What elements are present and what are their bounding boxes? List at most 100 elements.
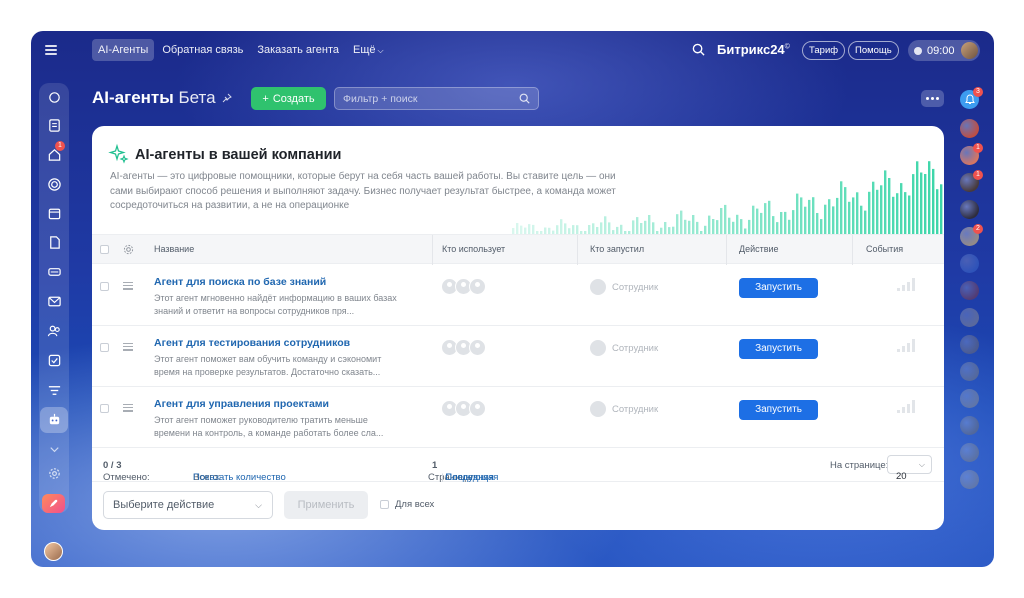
avatar[interactable] [961,42,978,59]
apply-button[interactable]: Применить [284,491,368,519]
sidebar-item-collab-icon[interactable] [46,89,62,105]
help-button[interactable]: Помощь [848,41,899,60]
agents-card: AI-агенты в вашей компании AI-агенты — э… [92,126,944,530]
table-row[interactable]: Агент для поиска по базе знаний Этот аге… [92,265,944,326]
chevron-down-icon: ⌵ [377,46,384,55]
run-button[interactable]: Запустить [739,400,818,420]
users-avatars[interactable] [441,400,491,418]
search-icon[interactable] [519,93,530,104]
column-users[interactable]: Кто использует [442,235,505,265]
decorative-bar [652,222,655,234]
drag-handle-icon[interactable] [123,404,133,412]
table-row[interactable]: Агент для управления проектами Этот аген… [92,387,944,448]
contact-avatar[interactable] [960,443,979,462]
filter-search[interactable] [334,87,539,110]
tab-more[interactable]: Ещё ⌵ [347,39,390,61]
tariff-button[interactable]: Тариф [802,41,846,60]
contact-avatar[interactable] [960,308,979,327]
pin-icon[interactable] [222,93,232,103]
for-all-option[interactable]: Для всех [380,499,434,510]
sidebar-item-gear-icon[interactable] [46,465,62,481]
decorative-bar [696,221,699,234]
filter-input[interactable] [343,92,519,105]
decorative-bar [900,183,903,234]
tab-ai-agents[interactable]: AI-Агенты [92,39,155,61]
more-options-button[interactable] [921,90,944,107]
users-avatars[interactable] [441,339,491,357]
mail-icon [47,296,61,306]
sidebar-item-target-icon[interactable] [46,176,62,192]
sparkle-icon [108,143,129,164]
decorative-bar [820,219,823,234]
current-page[interactable]: 1 [432,460,437,471]
select-all-checkbox[interactable] [100,245,109,254]
decorative-bar [672,226,675,234]
collab-icon [48,91,60,103]
contact-avatar[interactable] [960,470,979,489]
contact-avatar[interactable] [960,362,979,381]
decorative-bar [876,189,879,234]
agent-name-link[interactable]: Агент для управления проектами [154,398,329,410]
users-avatars[interactable] [441,278,491,296]
drag-handle-icon[interactable] [123,282,133,290]
work-day-clock[interactable]: 09:00 [908,40,980,61]
sidebar-item-mail-icon[interactable] [46,293,62,309]
contact-avatar[interactable] [960,281,979,300]
agent-name-link[interactable]: Агент для тестирования сотрудников [154,337,350,349]
row-checkbox[interactable] [100,343,109,352]
action-select[interactable]: Выберите действие ⌵ [103,491,273,519]
contact-avatar[interactable] [960,119,979,138]
show-count-link[interactable]: Показать количество [193,472,286,483]
contact-avatar[interactable] [960,335,979,354]
per-page-select[interactable]: 20 ⌵ [887,455,932,482]
sidebar-item-filter-icon[interactable] [46,382,62,398]
column-action[interactable]: Действие [739,235,779,265]
decorative-bar [716,220,719,234]
column-divider [577,235,578,265]
gear-icon[interactable] [123,244,134,255]
sidebar-item-tasks-icon[interactable] [46,352,62,368]
tab-order-agent[interactable]: Заказать агента [251,39,345,61]
sidebar-item-group-icon[interactable] [46,322,62,338]
selected-value: 0 / 3 [103,460,122,471]
column-launcher[interactable]: Кто запустил [590,235,644,265]
decorative-bar [784,211,787,234]
table-row[interactable]: Агент для тестирования сотрудников Этот … [92,326,944,387]
column-name[interactable]: Название [154,235,194,265]
contact-avatar[interactable] [960,416,979,435]
decorative-bar [868,191,871,234]
beta-label: Бета [178,88,216,107]
agent-name-link[interactable]: Агент для поиска по базе знаний [154,276,326,288]
sidebar-item-drive-icon[interactable] [46,263,62,279]
sidebar-item-feed-icon[interactable] [46,117,62,133]
last-page-link[interactable]: Последняя [445,472,494,483]
plus-icon: + [262,92,269,105]
column-events[interactable]: События [866,235,903,265]
run-button[interactable]: Запустить [739,339,818,359]
tab-feedback[interactable]: Обратная связь [156,39,249,61]
rocket-icon[interactable] [42,494,65,513]
sidebar-item-robot-icon[interactable] [46,411,62,427]
row-checkbox[interactable] [100,404,109,413]
create-button[interactable]: + Создать [251,87,326,110]
agent-description: Этот агент поможет руководителю тратить … [154,415,384,438]
sidebar-item-document-icon[interactable] [46,234,62,250]
contact-avatar[interactable] [960,200,979,219]
brand-logo[interactable]: Битрикс24© [717,42,790,57]
search-icon[interactable] [692,43,705,56]
menu-icon[interactable] [45,45,57,55]
run-button[interactable]: Запустить [739,278,818,298]
contact-avatar[interactable] [960,254,979,273]
row-checkbox[interactable] [100,282,109,291]
profile-avatar[interactable] [44,542,63,561]
sidebar-item-chevron-down-icon[interactable] [46,441,62,457]
decorative-bar [516,223,519,234]
sidebar-item-calendar-icon[interactable] [46,205,62,221]
decorative-bar [804,206,807,234]
drag-handle-icon[interactable] [123,343,133,351]
decorative-bar [616,226,619,234]
decorative-bar [864,210,867,234]
decorative-bar [620,224,623,234]
for-all-checkbox[interactable] [380,500,389,509]
contact-avatar[interactable] [960,389,979,408]
